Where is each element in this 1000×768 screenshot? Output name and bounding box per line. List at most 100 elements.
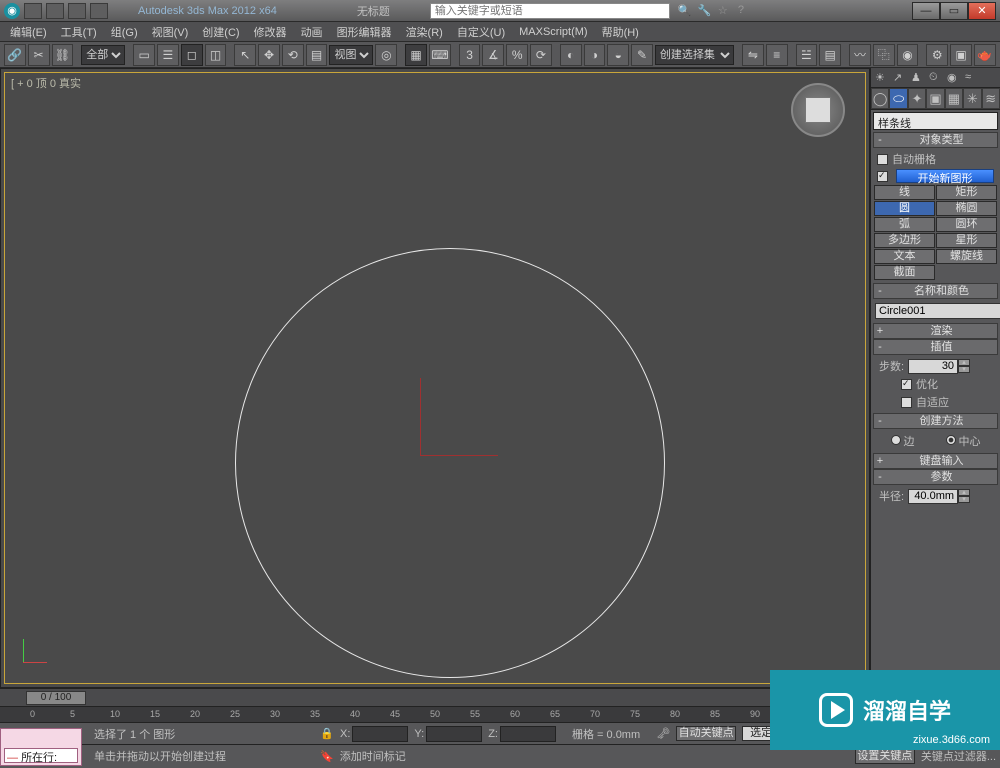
menu-item[interactable]: 修改器 (248, 22, 293, 42)
systems-tab-icon[interactable]: ≋ (982, 88, 1000, 109)
manipulate-icon[interactable]: ▦ (405, 44, 427, 66)
ns-icon[interactable]: ◐ (560, 44, 582, 66)
lights-tab-icon[interactable]: ✦ (908, 88, 926, 109)
keyboard-icon[interactable]: ⌨ (429, 44, 451, 66)
viewcube[interactable] (791, 83, 845, 137)
viewport[interactable]: [ + 0 顶 0 真实 (0, 68, 870, 688)
select-region-icon[interactable]: ◻ (181, 44, 203, 66)
adaptive-checkbox[interactable] (901, 397, 912, 408)
rollout-header[interactable]: 参数 (873, 469, 998, 485)
mirror-icon[interactable]: ⇋ (742, 44, 764, 66)
maximize-button[interactable]: ▭ (940, 2, 968, 20)
render-frame-icon[interactable]: ▣ (950, 44, 972, 66)
menu-item[interactable]: 工具(T) (55, 22, 103, 42)
render-icon[interactable]: 🫖 (974, 44, 996, 66)
search-icon[interactable]: 🔍 (678, 4, 692, 18)
ns-icon[interactable]: ◒ (607, 44, 629, 66)
select-object-icon[interactable]: ↖ (234, 44, 256, 66)
autokey-button[interactable]: 自动关键点 (676, 726, 736, 741)
person-icon[interactable]: ♟ (911, 71, 925, 85)
circle-shape[interactable] (235, 248, 665, 678)
time-thumb[interactable]: 0 / 100 (26, 691, 86, 705)
select-icon[interactable]: ▭ (133, 44, 155, 66)
ns-icon[interactable]: ◑ (584, 44, 606, 66)
unlink-icon[interactable]: ✂ (28, 44, 50, 66)
helpers-tab-icon[interactable]: ▦ (945, 88, 963, 109)
close-button[interactable]: ✕ (968, 2, 996, 20)
menu-item[interactable]: 视图(V) (146, 22, 195, 42)
radius-spinner[interactable]: ▴▾ (908, 489, 970, 504)
object-name-input[interactable] (875, 303, 1000, 319)
qa-btn[interactable] (46, 3, 64, 19)
selection-filter[interactable]: 全部 (81, 45, 125, 65)
startnew-checkbox[interactable] (877, 171, 888, 182)
render-setup-icon[interactable]: ⚙ (926, 44, 948, 66)
pivot-icon[interactable]: ◎ (375, 44, 397, 66)
snap-icon[interactable]: 3 (459, 44, 481, 66)
start-new-shape-button[interactable]: 开始新图形 (896, 169, 994, 183)
menu-item[interactable]: 图形编辑器 (331, 22, 398, 42)
space-tab-icon[interactable]: ✳ (963, 88, 981, 109)
key-icon[interactable]: 🔧 (698, 4, 712, 18)
menu-item[interactable]: 动画 (295, 22, 329, 42)
autogrid-checkbox[interactable] (877, 154, 888, 165)
ngon-button[interactable]: 多边形 (874, 233, 935, 248)
cameras-tab-icon[interactable]: ▣ (926, 88, 944, 109)
rollout-header[interactable]: 创建方法 (873, 413, 998, 429)
angle-snap-icon[interactable]: ∡ (482, 44, 504, 66)
steps-spinner[interactable]: ▴▾ (908, 359, 970, 374)
helix-button[interactable]: 螺旋线 (936, 249, 997, 264)
star-icon[interactable]: ☆ (718, 4, 732, 18)
light-icon[interactable]: ☀ (875, 71, 889, 85)
arrow-icon[interactable]: ↗ (893, 71, 907, 85)
rollout-header[interactable]: 插值 (873, 339, 998, 355)
add-time-tag[interactable]: 添加时间标记 (340, 748, 406, 764)
schematic-icon[interactable]: ⿻ (873, 44, 895, 66)
menu-item[interactable]: 编辑(E) (4, 22, 53, 42)
move-icon[interactable]: ✥ (258, 44, 280, 66)
geom-tab-icon[interactable]: ◯ (871, 88, 889, 109)
circle-button[interactable]: 圆 (874, 201, 935, 216)
menu-item[interactable]: 渲染(R) (400, 22, 449, 42)
star-button[interactable]: 星形 (936, 233, 997, 248)
clock-icon[interactable]: ⏲ (929, 71, 943, 85)
x-input[interactable] (352, 726, 408, 742)
edit-ns-icon[interactable]: ✎ (631, 44, 653, 66)
section-button[interactable]: 截面 (874, 265, 935, 280)
bind-icon[interactable]: ⛓ (52, 44, 74, 66)
text-button[interactable]: 文本 (874, 249, 935, 264)
globe-icon[interactable]: ◉ (947, 71, 961, 85)
shape-category-dropdown[interactable]: 样条线 (873, 112, 998, 130)
arc-button[interactable]: 弧 (874, 217, 935, 232)
y-input[interactable] (426, 726, 482, 742)
material-icon[interactable]: ◉ (897, 44, 919, 66)
align-icon[interactable]: ≡ (766, 44, 788, 66)
window-crossing-icon[interactable]: ◫ (205, 44, 227, 66)
named-sel-set[interactable]: 创建选择集 (655, 45, 734, 65)
shapes-tab-icon[interactable]: ⬭ (889, 88, 907, 109)
tag-icon[interactable]: 🔖 (320, 750, 334, 763)
select-name-icon[interactable]: ☰ (157, 44, 179, 66)
rollout-header[interactable]: 对象类型 (873, 132, 998, 148)
layer-mgr-icon[interactable]: ▤ (819, 44, 841, 66)
spinner-snap-icon[interactable]: ⟳ (530, 44, 552, 66)
rectangle-button[interactable]: 矩形 (936, 185, 997, 200)
z-input[interactable] (500, 726, 556, 742)
script-listener[interactable]: — 所在行: (0, 728, 82, 766)
edge-radio[interactable]: 边 (891, 433, 915, 449)
qa-btn[interactable] (24, 3, 42, 19)
optimize-checkbox[interactable] (901, 379, 912, 390)
rotate-icon[interactable]: ⟲ (282, 44, 304, 66)
viewport-active[interactable]: [ + 0 顶 0 真实 (4, 72, 866, 684)
ellipse-button[interactable]: 椭圆 (936, 201, 997, 216)
key-filter[interactable]: 关键点过滤器... (921, 748, 996, 764)
curve-ed-icon[interactable]: 〰 (849, 44, 871, 66)
link-icon[interactable]: 🔗 (4, 44, 26, 66)
wave-icon[interactable]: ≈ (965, 71, 979, 85)
rollout-header[interactable]: 名称和颜色 (873, 283, 998, 299)
menu-item[interactable]: 创建(C) (196, 22, 245, 42)
qa-btn[interactable] (68, 3, 86, 19)
lock-icon[interactable]: 🔒 (320, 727, 334, 741)
setkey-button[interactable]: 设置关键点 (855, 749, 915, 764)
layers-icon[interactable]: ☱ (796, 44, 818, 66)
